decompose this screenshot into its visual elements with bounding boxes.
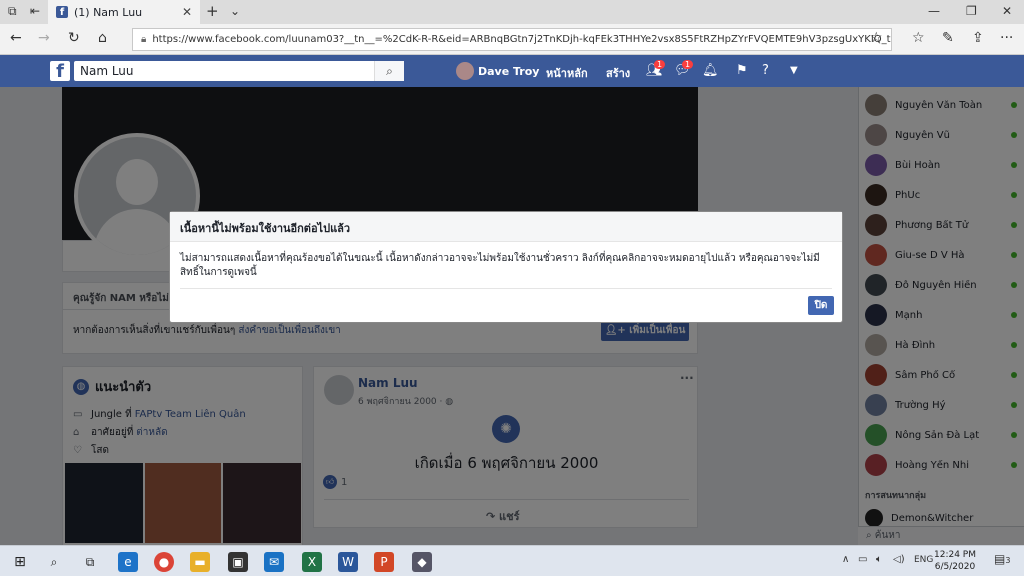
set-aside-tabs-icon[interactable]: ⇤ <box>30 4 40 18</box>
volume-icon[interactable]: 🔈︎ <box>876 554 882 565</box>
message-badge: 1 <box>682 60 694 69</box>
browser-tab-bar: ⧉ ⇤ f (1) Nam Luu ✕ + ⌄ — ❐ ✕ <box>0 0 1024 24</box>
home-link[interactable]: หน้าหลัก <box>546 64 588 82</box>
browser-tab[interactable]: f (1) Nam Luu ✕ <box>48 0 200 24</box>
facebook-favicon-icon: f <box>56 6 68 18</box>
share-browser-icon[interactable]: ⇪ <box>972 30 984 46</box>
task-view-icon[interactable]: ⧉ <box>80 552 100 572</box>
messenger-icon[interactable]: 💬︎ 1 <box>674 60 694 78</box>
word-icon[interactable]: W <box>338 552 358 572</box>
search-icon[interactable]: ⌕ <box>374 61 404 81</box>
avatar <box>456 62 474 80</box>
chrome-icon[interactable]: ● <box>154 552 174 572</box>
notifications-bell-icon[interactable]: 🔔︎ <box>702 63 719 78</box>
create-link[interactable]: สร้าง <box>606 64 630 82</box>
network-icon[interactable]: ▭ <box>858 554 867 565</box>
minimize-icon[interactable]: — <box>928 4 940 18</box>
clock-time: 12:24 PM <box>934 550 976 560</box>
new-tab-icon[interactable]: + <box>206 2 219 20</box>
close-tab-icon[interactable]: ✕ <box>182 5 192 19</box>
mail-icon[interactable]: ✉ <box>264 552 284 572</box>
search-icon[interactable]: ⌕ <box>44 552 64 572</box>
refresh-icon[interactable]: ↻ <box>68 30 80 46</box>
app-icon[interactable]: ◆ <box>412 552 432 572</box>
powerpoint-icon[interactable]: P <box>374 552 394 572</box>
url-field[interactable]: 🔒︎ https://www.facebook.com/luunam03?__t… <box>132 28 892 51</box>
favorites-hub-icon[interactable]: ☆ <box>912 30 925 46</box>
facebook-header: f Nam Luu ⌕ Dave Troy หน้าหลัก สร้าง 👥︎ 1… <box>0 55 1024 87</box>
file-explorer-icon[interactable]: ▬ <box>190 552 210 572</box>
tray-chevron-icon[interactable]: ∧ <box>842 554 849 565</box>
account-menu-chevron-icon[interactable]: ▼ <box>790 65 798 76</box>
close-window-icon[interactable]: ✕ <box>1002 4 1012 18</box>
content-unavailable-dialog: เนื้อหานี้ไม่พร้อมใช้งานอีกต่อไปแล้ว ไม่… <box>169 211 843 323</box>
dialog-title: เนื้อหานี้ไม่พร้อมใช้งานอีกต่อไปแล้ว <box>170 212 842 242</box>
language-indicator[interactable]: ENG <box>914 555 933 565</box>
pen-icon[interactable]: ✎ <box>942 30 954 46</box>
address-toolbar: ← → ↻ ⌂ 🔒︎ https://www.facebook.com/luun… <box>0 24 1024 55</box>
profile-link[interactable]: Dave Troy <box>456 62 539 80</box>
restore-icon[interactable]: ❐ <box>966 4 977 18</box>
groups-icon[interactable]: ⚑ <box>736 63 748 78</box>
help-icon[interactable]: ? <box>762 63 769 78</box>
speaker-icon[interactable]: ◁) <box>893 554 905 565</box>
divider <box>180 288 832 289</box>
lock-icon: 🔒︎ <box>141 34 147 45</box>
home-icon[interactable]: ⌂ <box>98 30 107 46</box>
dialog-body: ไม่สามารถแสดงเนื้อหาที่คุณร้องขอได้ในขณะ… <box>180 253 820 278</box>
url-text: https://www.facebook.com/luunam03?__tn__… <box>152 34 892 45</box>
user-name: Dave Troy <box>478 64 540 78</box>
friend-badge: 1 <box>654 60 666 69</box>
clock[interactable]: 12:24 PM 6/5/2020 <box>934 549 976 573</box>
clock-date: 6/5/2020 <box>934 562 976 572</box>
tab-list-chevron-icon[interactable]: ⌄ <box>230 4 240 18</box>
store-icon[interactable]: ▣ <box>228 552 248 572</box>
windows-start-icon[interactable]: ⊞ <box>10 552 30 572</box>
favorite-star-icon[interactable]: ☆ <box>870 30 883 46</box>
tab-title: (1) Nam Luu <box>74 5 143 19</box>
tab-preview-icon[interactable]: ⧉ <box>8 4 17 19</box>
back-icon[interactable]: ← <box>10 30 22 46</box>
edge-icon[interactable]: e <box>118 552 138 572</box>
facebook-logo-icon[interactable]: f <box>50 61 70 82</box>
close-button[interactable]: ปิด <box>808 296 834 315</box>
notification-center-icon[interactable]: ▤3 <box>994 552 1010 566</box>
notification-count: 3 <box>1005 556 1011 565</box>
friend-requests-icon[interactable]: 👥︎ 1 <box>646 60 666 78</box>
forward-icon[interactable]: → <box>38 30 50 46</box>
facebook-search-input[interactable]: Nam Luu <box>74 61 404 81</box>
windows-taskbar: ⊞ ⌕ ⧉ e ● ▬ ▣ ✉ X W P ◆ ∧ ▭ 🔈︎ ◁) ENG 12… <box>0 545 1024 576</box>
more-icon[interactable]: ··· <box>1000 30 1013 46</box>
excel-icon[interactable]: X <box>302 552 322 572</box>
